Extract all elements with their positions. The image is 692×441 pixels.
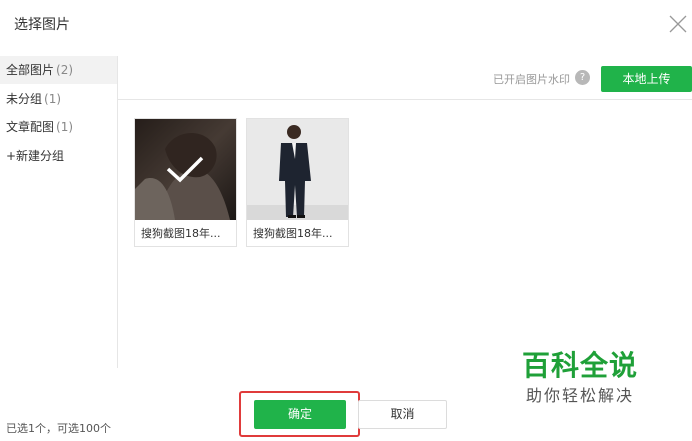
sidebar-item-count: (2) xyxy=(56,63,74,77)
confirm-button[interactable]: 确定 xyxy=(254,400,346,429)
sidebar-item-label: 文章配图 xyxy=(6,120,55,134)
image-thumbnail xyxy=(135,119,236,220)
sidebar-item-label: 全部图片 xyxy=(6,63,55,77)
group-sidebar: 全部图片 (2) 未分组 (1) 文章配图 (1) +新建分组 xyxy=(0,56,118,368)
image-toolbar: 已开启图片水印 ? 本地上传 xyxy=(118,56,692,100)
image-card[interactable]: 搜狗截图18年... xyxy=(134,118,237,247)
new-group-button[interactable]: +新建分组 xyxy=(0,146,64,166)
image-caption: 搜狗截图18年... xyxy=(141,227,221,240)
close-icon[interactable] xyxy=(669,15,687,33)
sidebar-item-count: (1) xyxy=(56,120,74,134)
sidebar-item-ungrouped[interactable]: 未分组 (1) xyxy=(0,85,117,113)
local-upload-button[interactable]: 本地上传 xyxy=(601,66,692,92)
brand-logo-text: 百科全说 xyxy=(521,350,638,381)
sidebar-item-article-images[interactable]: 文章配图 (1) xyxy=(0,113,117,141)
sidebar-item-label: 未分组 xyxy=(6,92,43,106)
image-card[interactable]: 搜狗截图18年... xyxy=(246,118,349,247)
sidebar-item-all-images[interactable]: 全部图片 (2) xyxy=(0,56,117,84)
brand-watermark: 百科全说 助你轻松解决 xyxy=(516,349,644,407)
selection-status: 已选1个，可选100个 xyxy=(6,422,111,435)
sidebar-item-count: (1) xyxy=(44,92,62,106)
dialog-title: 选择图片 xyxy=(14,17,70,33)
new-group-label: +新建分组 xyxy=(6,149,65,163)
image-thumbnail xyxy=(247,119,348,220)
watermark-status: 已开启图片水印 xyxy=(493,73,570,86)
cancel-button[interactable]: 取消 xyxy=(358,400,447,429)
brand-slogan: 助你轻松解决 xyxy=(525,386,634,405)
image-caption: 搜狗截图18年... xyxy=(253,227,333,240)
checkmark-icon xyxy=(166,156,204,183)
help-icon[interactable]: ? xyxy=(575,70,590,85)
